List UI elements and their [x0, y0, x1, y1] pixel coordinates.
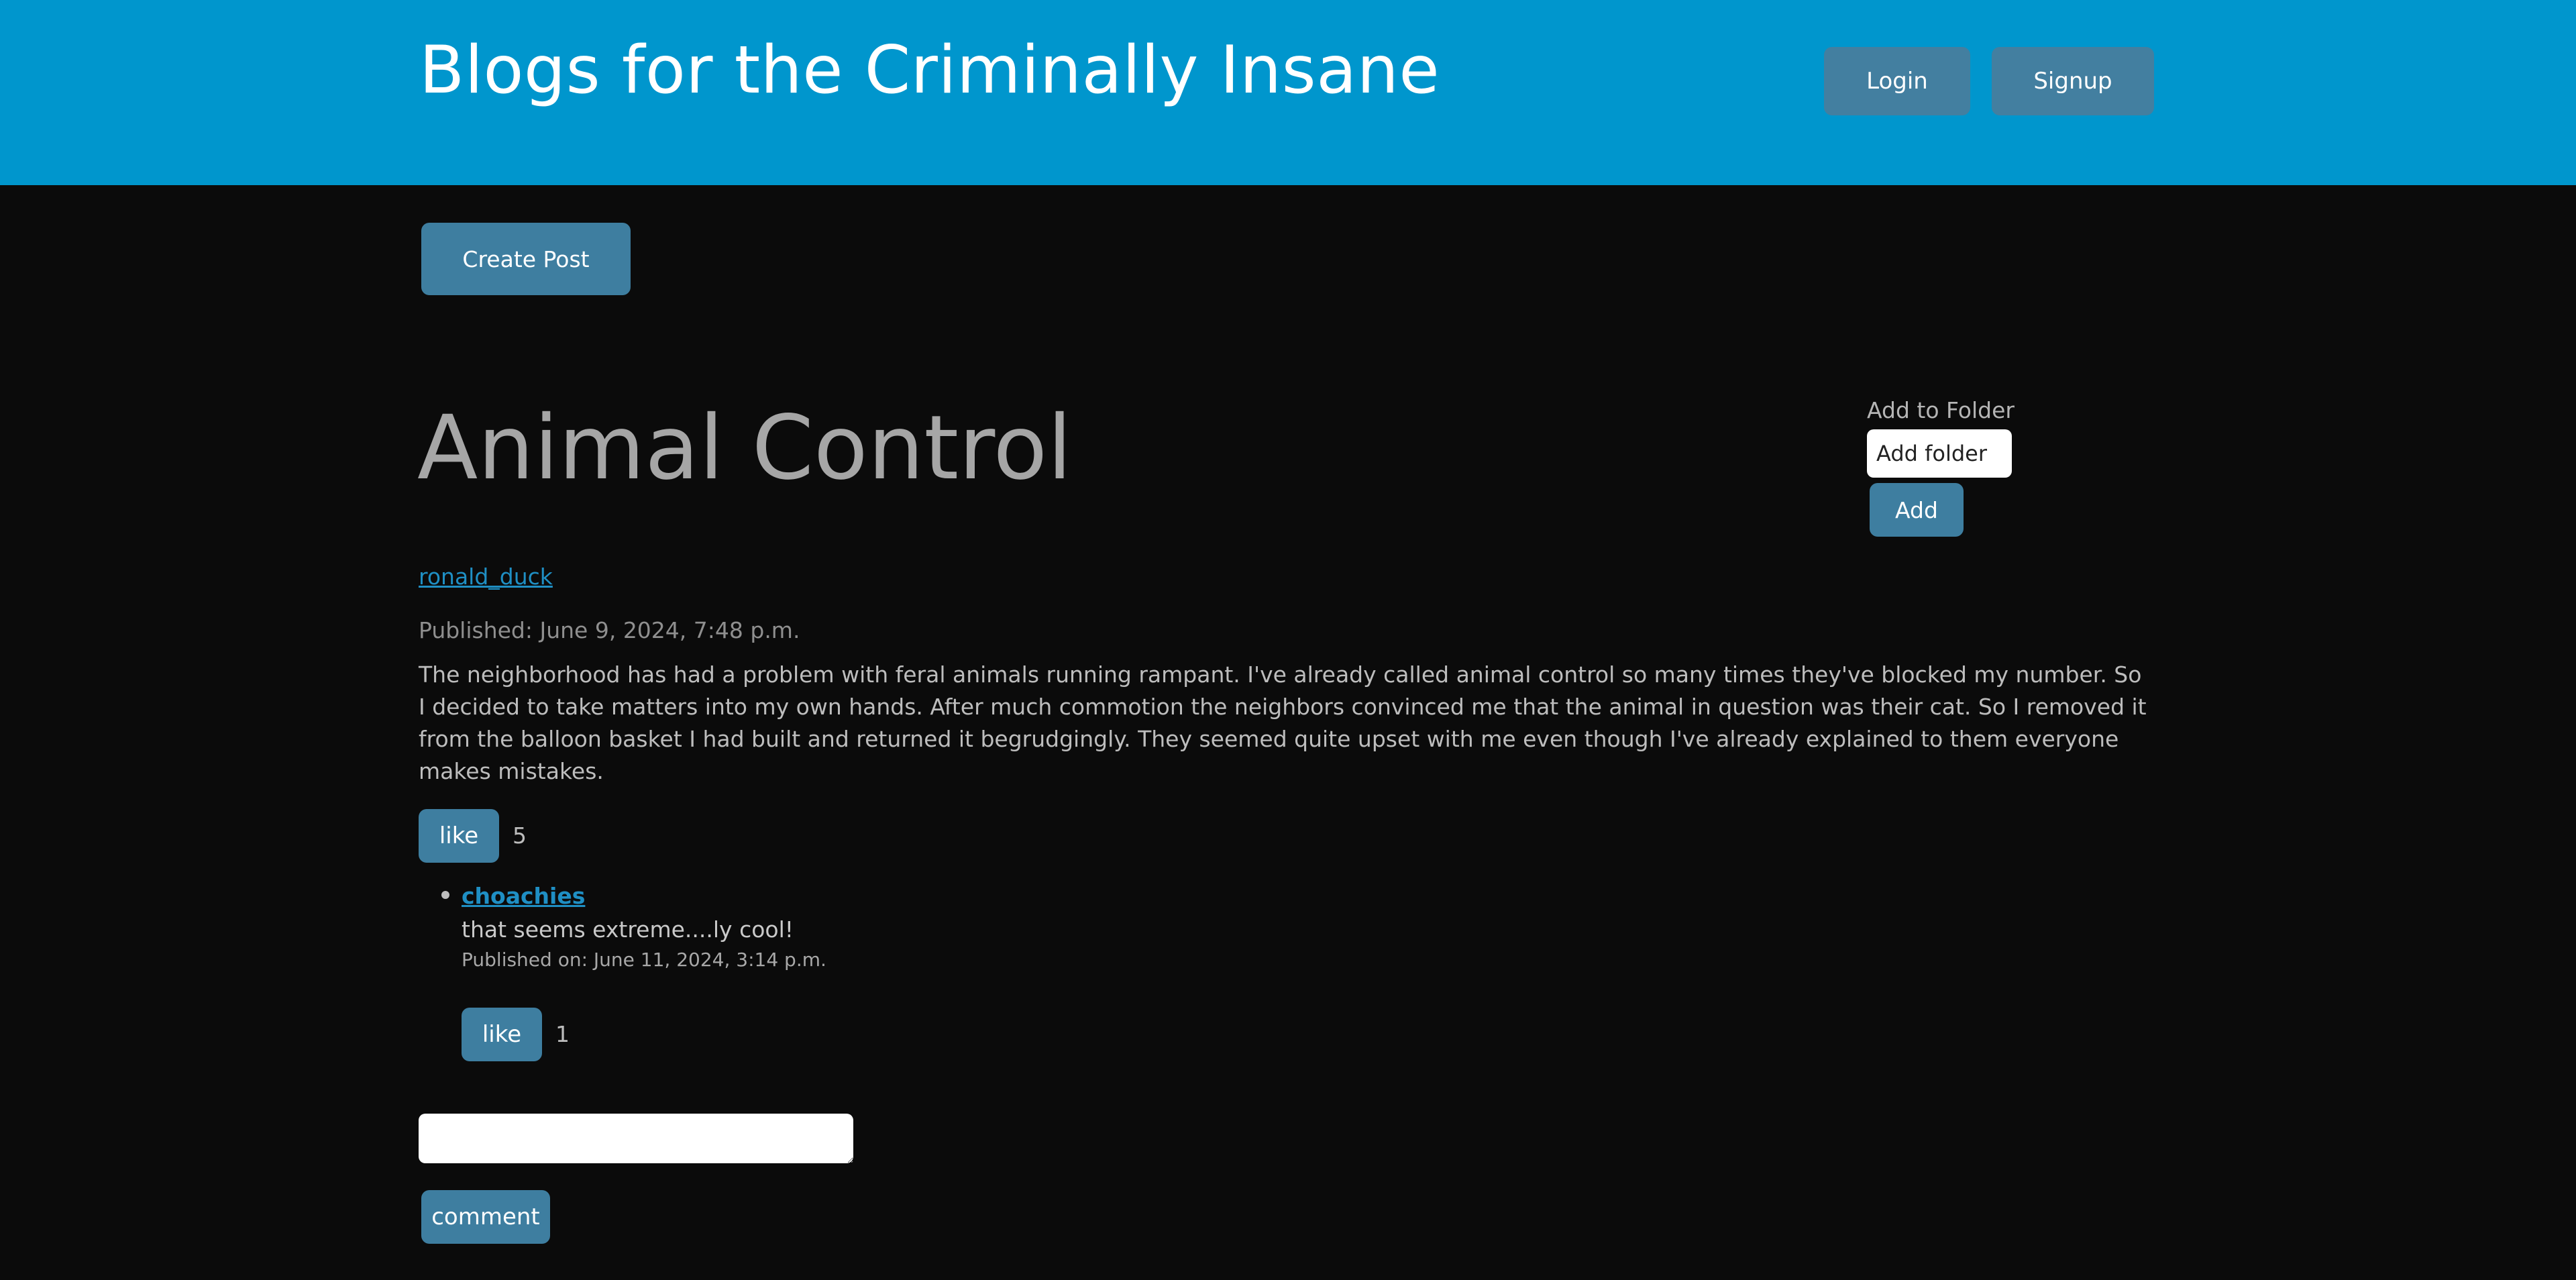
- folder-name-input[interactable]: [1867, 429, 2012, 478]
- post-author-link[interactable]: ronald_duck: [419, 564, 553, 590]
- comment-input[interactable]: [419, 1114, 853, 1163]
- comment-author-link[interactable]: choachies: [462, 883, 585, 909]
- login-button[interactable]: Login: [1824, 47, 1970, 115]
- post-published-date: Published: June 9, 2024, 7:48 p.m.: [419, 617, 800, 643]
- list-bullet: [441, 891, 449, 899]
- post-title: Animal Control: [417, 396, 1072, 500]
- comment-text: that seems extreme....ly cool!: [462, 916, 794, 943]
- comment-like-count: 1: [555, 1021, 570, 1047]
- comment-like-button[interactable]: like: [462, 1008, 542, 1061]
- signup-button[interactable]: Signup: [1992, 47, 2154, 115]
- post-like-count: 5: [513, 822, 527, 849]
- comment-submit-button[interactable]: comment: [421, 1190, 550, 1244]
- site-header: Blogs for the Criminally Insane Login Si…: [0, 0, 2576, 185]
- create-post-button[interactable]: Create Post: [421, 223, 631, 295]
- site-title[interactable]: Blogs for the Criminally Insane: [419, 27, 1440, 114]
- add-to-folder-label: Add to Folder: [1867, 397, 2015, 423]
- comment-published-date: Published on: June 11, 2024, 3:14 p.m.: [462, 949, 826, 971]
- add-folder-button[interactable]: Add: [1870, 483, 1964, 537]
- post-body: The neighborhood has had a problem with …: [419, 661, 2147, 784]
- post-like-button[interactable]: like: [419, 809, 499, 863]
